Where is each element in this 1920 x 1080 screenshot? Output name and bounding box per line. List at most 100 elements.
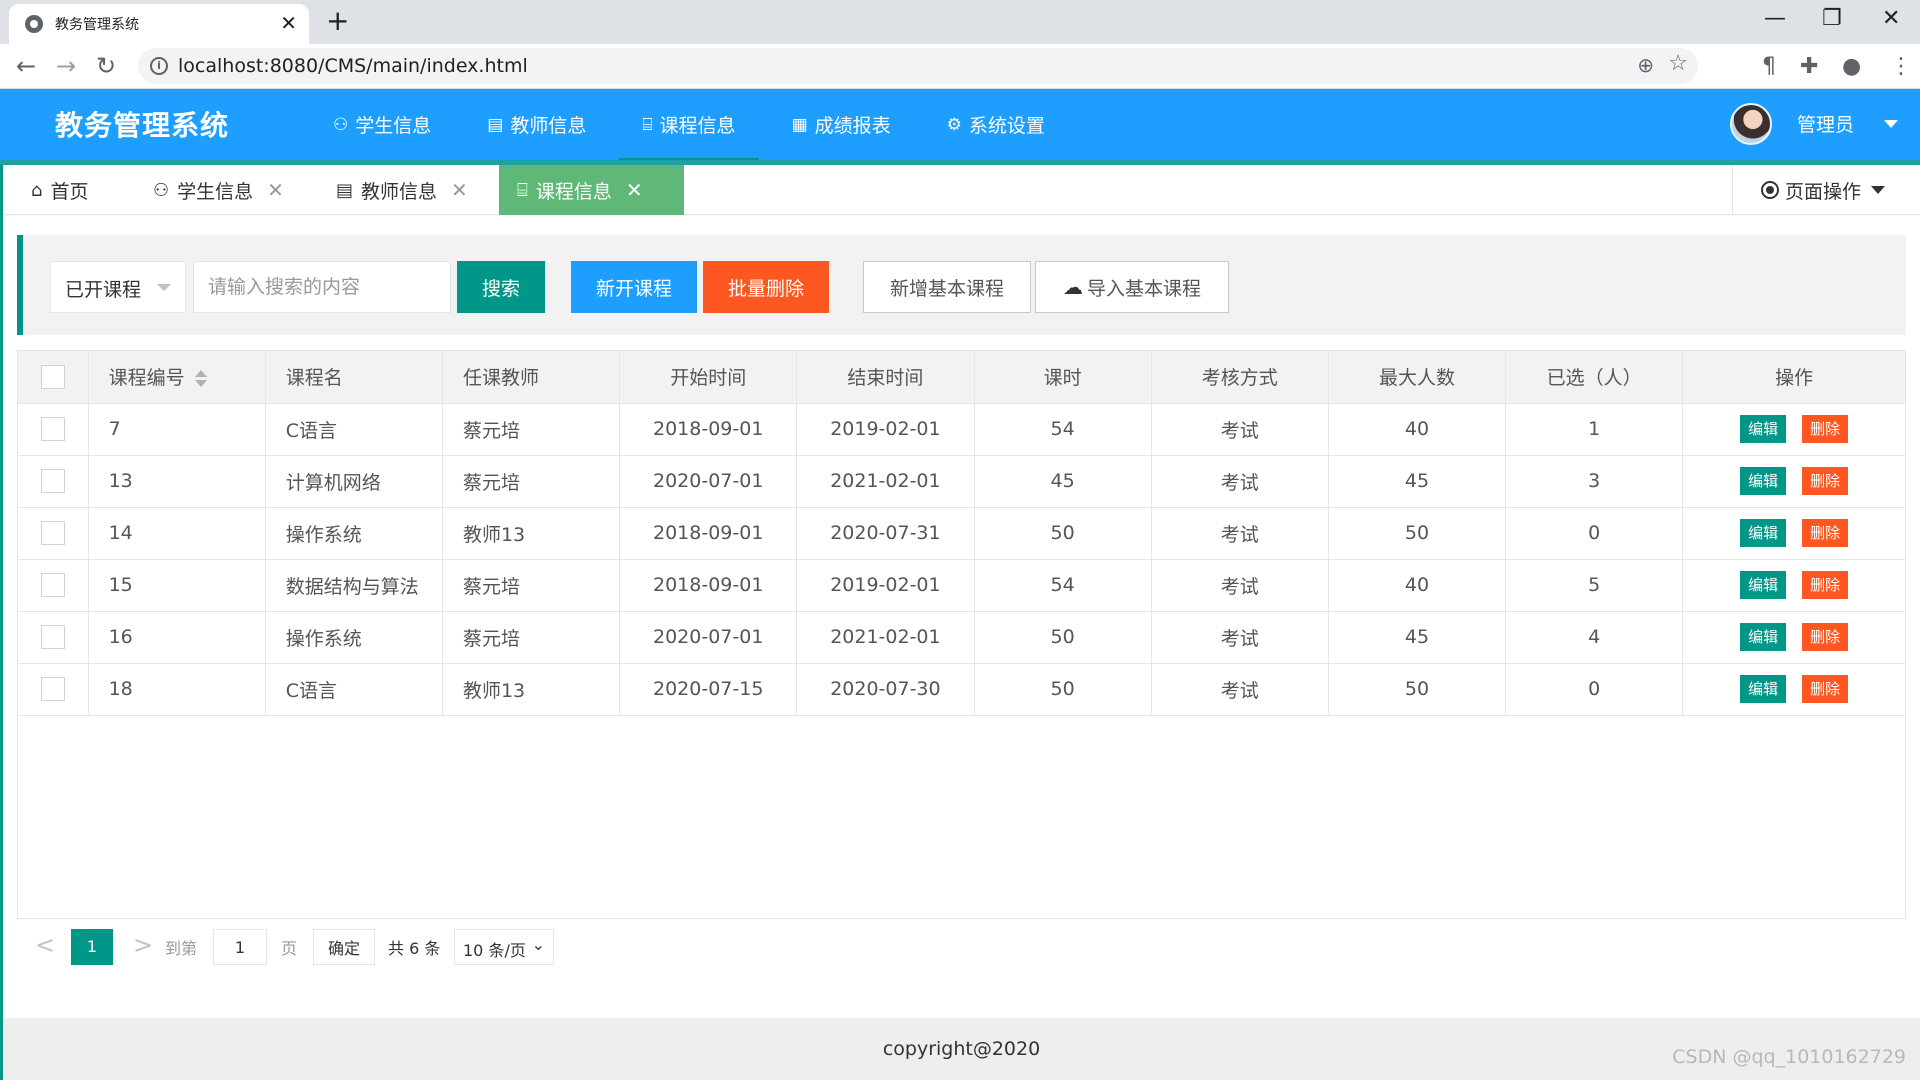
select-all-checkbox[interactable] (40, 364, 65, 389)
page-tab-courses[interactable]: ⌸ 课程信息 ✕ (499, 165, 684, 215)
browser-tab[interactable]: 教务管理系统 ✕ (9, 4, 309, 44)
address-url[interactable]: localhost:8080/CMS/main/index.html (178, 55, 528, 77)
search-input[interactable] (193, 261, 451, 313)
user-name[interactable]: 管理员 (1797, 110, 1854, 137)
edit-button[interactable]: 编辑 (1740, 415, 1787, 443)
back-icon[interactable]: ← (16, 52, 36, 80)
delete-button[interactable]: 删除 (1802, 415, 1849, 443)
maximize-icon[interactable]: ❐ (1822, 6, 1842, 31)
cell-enrolled: 3 (1505, 455, 1684, 508)
nav-item-courses[interactable]: ⌸ 课程信息 (619, 89, 759, 163)
nav-item-grades[interactable]: ▦ 成绩报表 (769, 89, 914, 160)
row-checkbox[interactable] (40, 417, 65, 441)
prev-page-icon[interactable]: < (35, 931, 55, 959)
cloud-upload-icon: ☁ (1062, 275, 1083, 299)
table-row: 14 操作系统 教师13 2018-09-01 2020-07-31 50 考试 50 0 编辑删… (18, 507, 1905, 560)
next-page-icon[interactable]: > (133, 931, 153, 959)
course-type-select[interactable]: 已开课程 (50, 261, 186, 313)
delete-button[interactable]: 删除 (1802, 623, 1849, 651)
search-button[interactable]: 搜索 (457, 261, 545, 313)
nav-item-settings[interactable]: ⚙ 系统设置 (924, 89, 1068, 160)
edit-button[interactable]: 编辑 (1740, 675, 1787, 703)
forward-icon[interactable]: → (56, 52, 76, 80)
row-checkbox[interactable] (40, 625, 65, 649)
new-tab-icon[interactable]: + (326, 6, 349, 36)
page-unit-label: 页 (281, 939, 298, 958)
sort-icon[interactable] (194, 369, 207, 388)
nav-item-students[interactable]: ⚇ 学生信息 (310, 89, 454, 160)
delete-button[interactable]: 删除 (1802, 519, 1849, 547)
cell-end-date: 2019-02-01 (796, 559, 975, 612)
row-checkbox[interactable] (40, 573, 65, 597)
page-tab-label: 课程信息 (535, 180, 612, 203)
site-info-icon[interactable]: i (150, 57, 168, 75)
add-course-button[interactable]: 新开课程 (571, 261, 697, 313)
watermark: CSDN @qq_1010162729 (1672, 1046, 1906, 1068)
user-menu[interactable]: 管理员 (1730, 89, 1920, 160)
row-select-cell (18, 663, 89, 716)
cell-actions: 编辑 删除 (1682, 403, 1905, 456)
bookmark-star-icon[interactable]: ☆ (1668, 51, 1688, 76)
close-icon[interactable]: ✕ (626, 178, 643, 202)
page-tab-teachers[interactable]: ▤ 教师信息 ✕ (336, 165, 468, 215)
cell-max-students: 45 (1328, 611, 1507, 664)
cell-end-date: 2020-07-30 (796, 663, 975, 716)
minimize-icon[interactable]: — (1764, 6, 1786, 31)
cell-course-name: 计算机网络 (265, 455, 443, 508)
profile-icon[interactable]: ● (1842, 54, 1861, 80)
column-header-max-students: 最大人数 (1328, 351, 1507, 404)
column-header-course-id[interactable]: 课程编号 (88, 351, 266, 404)
column-header-enrolled: 已选（人） (1505, 351, 1684, 404)
edit-button[interactable]: 编辑 (1740, 467, 1787, 495)
current-page[interactable]: 1 (71, 929, 113, 965)
add-basic-course-button[interactable]: 新增基本课程 (863, 261, 1031, 313)
reload-icon[interactable]: ↻ (96, 52, 116, 80)
page-tab-home[interactable]: ⌂ 首页 (31, 165, 88, 215)
avatar[interactable] (1730, 103, 1772, 145)
row-checkbox[interactable] (40, 521, 65, 545)
close-icon[interactable]: ✕ (451, 178, 468, 202)
row-checkbox[interactable] (40, 469, 65, 493)
pagination: < 1 > 到第 页 确定 共 6 条 10 条/页 ⌄ (17, 918, 1906, 976)
edit-button[interactable]: 编辑 (1740, 571, 1787, 599)
page-size-select[interactable]: 10 条/页 ⌄ (454, 929, 554, 965)
cell-start-date: 2020-07-01 (619, 455, 798, 508)
nav-item-teachers[interactable]: ▤ 教师信息 (464, 89, 609, 160)
goto-confirm-button[interactable]: 确定 (313, 929, 375, 965)
cell-assessment: 考试 (1151, 663, 1329, 716)
cell-teacher: 蔡元培 (442, 559, 621, 612)
app-logo[interactable]: 教务管理系统 (55, 104, 229, 144)
delete-button[interactable]: 删除 (1802, 467, 1849, 495)
nav-item-label: 学生信息 (355, 115, 432, 137)
search-toolbar: 已开课程 搜索 新开课程 批量删除 新增基本课程 ☁ 导入基本课程 (17, 235, 1906, 335)
document-icon: ▤ (336, 179, 354, 201)
close-icon[interactable]: ✕ (267, 178, 284, 202)
batch-delete-button[interactable]: 批量删除 (703, 261, 829, 313)
edit-button[interactable]: 编辑 (1740, 519, 1787, 547)
row-checkbox[interactable] (40, 677, 65, 701)
page-operations-menu[interactable]: 页面操作 (1732, 165, 1920, 215)
menu-icon[interactable]: ⋮ (1890, 54, 1912, 80)
puzzle-icon[interactable]: ✚ (1800, 54, 1818, 80)
window-close-icon[interactable]: ✕ (1882, 6, 1900, 31)
cell-start-date: 2018-09-01 (619, 403, 798, 456)
extension-icon[interactable]: ¶ (1762, 54, 1776, 80)
close-tab-icon[interactable]: ✕ (280, 11, 297, 35)
page-tab-students[interactable]: ⚇ 学生信息 ✕ (153, 165, 284, 215)
delete-button[interactable]: 删除 (1802, 571, 1849, 599)
zoom-icon[interactable]: ⊕ (1637, 53, 1654, 77)
address-bar[interactable]: i localhost:8080/CMS/main/index.html ⊕ ☆ (138, 48, 1698, 84)
nav-item-label: 成绩报表 (814, 115, 891, 137)
edit-button[interactable]: 编辑 (1740, 623, 1787, 651)
caret-down-icon[interactable] (1884, 120, 1898, 128)
cell-end-date: 2019-02-01 (796, 403, 975, 456)
goto-page-input[interactable] (213, 929, 267, 965)
table-row: 18 C语言 教师13 2020-07-15 2020-07-30 50 考试 50 0 编辑 删除 (18, 663, 1905, 716)
table-header-row: 课程编号 课程名 任课教师 开始时间 结束时间 课时 考核方式 最大人数 已选（… (18, 351, 1905, 404)
delete-button[interactable]: 删除 (1802, 675, 1849, 703)
table-row: 13 计算机网络 蔡元培 2020-07-01 2021-02-01 45 考试 45 3 编辑删… (18, 455, 1905, 508)
cell-hours: 45 (974, 455, 1152, 508)
cell-actions: 编辑 删除 (1682, 611, 1905, 664)
row-select-cell (18, 403, 89, 456)
import-basic-course-button[interactable]: ☁ 导入基本课程 (1035, 261, 1229, 313)
